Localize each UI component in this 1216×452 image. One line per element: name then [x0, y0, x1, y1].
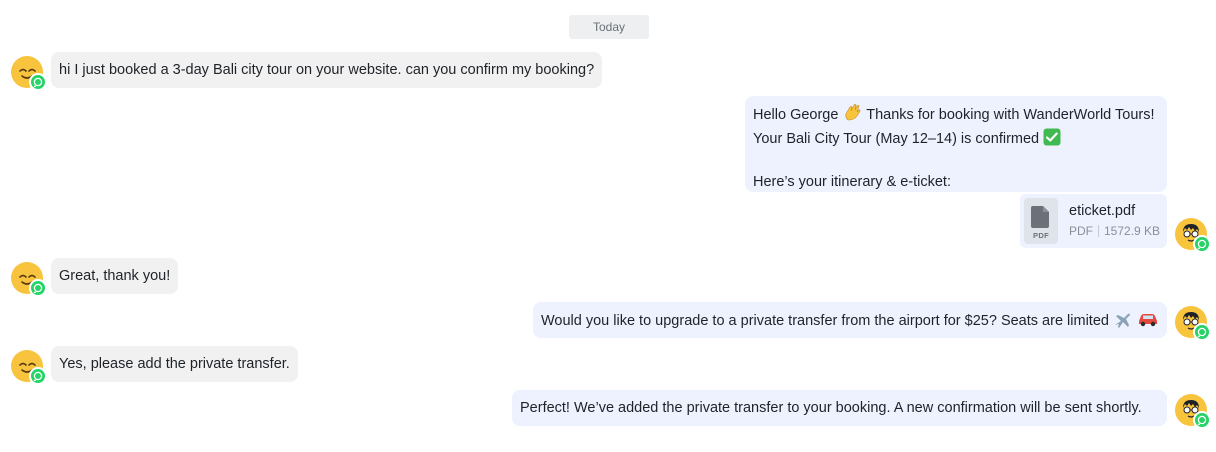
whatsapp-icon — [1193, 323, 1211, 341]
message-bubble-incoming[interactable]: hi I just booked a 3-day Bali city tour … — [51, 52, 603, 88]
pdf-file-icon: PDF — [1024, 198, 1058, 244]
message-text: Yes, please add the private transfer. — [59, 356, 290, 372]
message-text: hi I just booked a 3-day Bali city tour … — [59, 62, 595, 78]
message-bubble-outgoing[interactable]: Would you like to upgrade to a private t… — [533, 302, 1167, 338]
confirmation-text: Your Bali City Tour (May 12–14) is confi… — [753, 131, 1040, 147]
waving-hand-icon — [842, 104, 862, 128]
meta-divider — [1098, 225, 1099, 237]
file-name: eticket.pdf — [1069, 203, 1136, 219]
message-text: Would you like to upgrade to a private t… — [541, 313, 1109, 329]
file-size: 1572.9 KB — [1104, 224, 1161, 238]
whatsapp-icon — [29, 73, 47, 91]
attachment-card[interactable]: PDF eticket.pdf PDF 1572.9 KB — [1020, 194, 1167, 248]
message-bubble-outgoing[interactable]: Hello George Thanks for booking with Wan… — [745, 96, 1167, 192]
whatsapp-icon — [1193, 411, 1211, 429]
message-bubble-incoming[interactable]: Yes, please add the private transfer. — [51, 346, 298, 382]
file-meta: PDF 1572.9 KB — [1069, 224, 1160, 238]
whatsapp-icon — [1193, 235, 1211, 253]
message-text: Perfect! We’ve added the private transfe… — [520, 400, 1142, 416]
greeting-text: Hello George — [753, 107, 839, 123]
agent-avatar[interactable] — [1175, 394, 1211, 429]
date-divider: Today — [569, 15, 649, 39]
itinerary-text: Here’s your itinerary & e-ticket: — [753, 174, 951, 190]
check-mark-icon — [1043, 128, 1061, 152]
thanks-text: Thanks for booking with WanderWorld Tour… — [866, 107, 1155, 123]
message-bubble-incoming[interactable]: Great, thank you! — [51, 258, 179, 294]
car-icon — [1137, 310, 1159, 334]
agent-avatar[interactable] — [1175, 218, 1211, 253]
whatsapp-icon — [29, 279, 47, 297]
customer-avatar[interactable] — [11, 56, 47, 91]
file-kind: PDF — [1069, 224, 1093, 238]
customer-avatar[interactable] — [11, 350, 47, 385]
file-type-label: PDF — [1033, 231, 1049, 240]
agent-avatar[interactable] — [1175, 306, 1211, 341]
whatsapp-icon — [29, 367, 47, 385]
airplane-icon — [1113, 310, 1133, 334]
customer-avatar[interactable] — [11, 262, 47, 297]
message-text: Great, thank you! — [59, 268, 171, 284]
message-bubble-outgoing[interactable]: Perfect! We’ve added the private transfe… — [512, 390, 1167, 426]
